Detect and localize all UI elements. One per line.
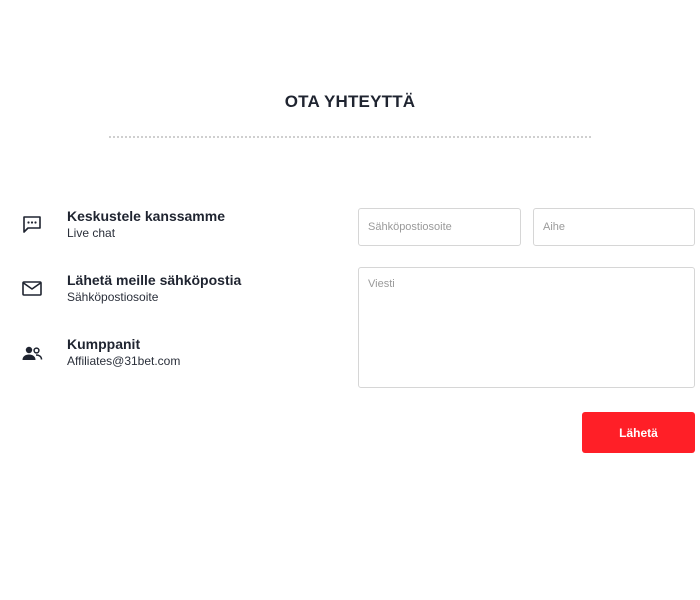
subject-input[interactable] [533,208,695,246]
page-title: OTA YHTEYTTÄ [284,92,416,111]
contact-title: Lähetä meille sähköpostia [67,272,242,288]
send-button[interactable]: Lähetä [582,412,695,453]
chat-icon [20,212,44,236]
contact-title: Kumppanit [67,336,141,352]
contact-item-email[interactable]: Lähetä meille sähköpostia Sähköpostiosoi… [20,272,320,312]
contact-subtitle[interactable]: Live chat [67,226,115,240]
email-input[interactable] [358,208,521,246]
people-icon [20,340,44,364]
contact-item-chat[interactable]: Keskustele kanssamme Live chat [20,208,320,248]
contact-title: Keskustele kanssamme [67,208,225,224]
mail-icon [20,276,44,300]
title-divider [109,136,591,138]
contact-item-partners[interactable]: Kumppanit Affiliates@31bet.com [20,336,320,376]
contact-page: OTA YHTEYTTÄ Keskustele kanssamme Live c… [0,0,700,600]
contact-subtitle[interactable]: Sähköpostiosoite [67,290,158,304]
message-textarea[interactable] [358,267,695,388]
affiliates-email-link[interactable]: Affiliates@31bet.com [67,354,180,368]
